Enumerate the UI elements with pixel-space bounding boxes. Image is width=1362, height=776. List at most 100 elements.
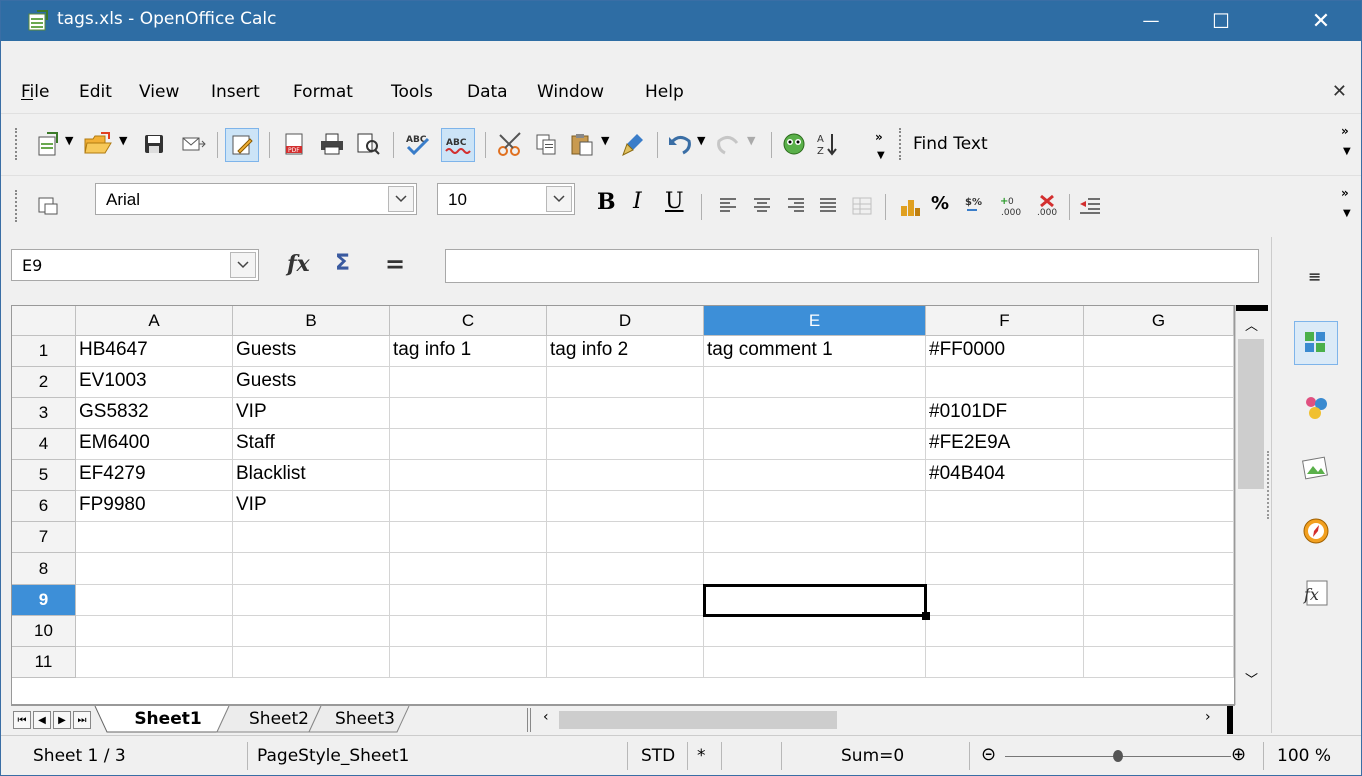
split-handle[interactable] xyxy=(1227,706,1233,734)
cell-F5[interactable]: #04B404 xyxy=(926,460,1084,491)
chevron-down-icon[interactable] xyxy=(546,186,572,212)
properties-icon[interactable] xyxy=(1294,321,1338,365)
copy-icon[interactable] xyxy=(531,129,561,159)
cell-B6[interactable]: VIP xyxy=(233,491,390,522)
navigator-compass-icon[interactable] xyxy=(1294,509,1338,553)
cell-C3[interactable] xyxy=(390,398,547,429)
cell-G7[interactable] xyxy=(1084,522,1234,553)
cell-G11[interactable] xyxy=(1084,647,1234,678)
toolbar-overflow-dropdown[interactable]: ▼ xyxy=(1343,208,1351,219)
cell-A9[interactable] xyxy=(76,585,233,616)
menu-help[interactable]: Help xyxy=(645,82,684,102)
scroll-left-icon[interactable]: ‹ xyxy=(543,709,549,725)
styles-icon[interactable] xyxy=(1294,385,1338,429)
row-header[interactable]: 9 xyxy=(12,585,76,616)
column-header[interactable]: B xyxy=(233,306,390,336)
cell-B5[interactable]: Blacklist xyxy=(233,460,390,491)
toolbar-grip[interactable] xyxy=(15,190,19,222)
standard-format-icon[interactable]: $% xyxy=(961,191,991,221)
cell-C9[interactable] xyxy=(390,585,547,616)
cell-C1[interactable]: tag info 1 xyxy=(390,336,547,367)
maximize-button[interactable]: ☐ xyxy=(1191,1,1251,41)
cell-C4[interactable] xyxy=(390,429,547,460)
font-name-combo[interactable]: Arial xyxy=(95,183,417,215)
cell-B1[interactable]: Guests xyxy=(233,336,390,367)
cell-G5[interactable] xyxy=(1084,460,1234,491)
menu-tools[interactable]: Tools xyxy=(391,82,433,102)
chevron-down-icon[interactable] xyxy=(388,186,414,212)
autospell-icon[interactable]: ABC xyxy=(441,128,475,162)
cell-B2[interactable]: Guests xyxy=(233,367,390,398)
redo-dropdown-arrow[interactable]: ▼ xyxy=(747,134,755,147)
cell-D8[interactable] xyxy=(547,553,704,585)
cell-F8[interactable] xyxy=(926,553,1084,585)
column-header[interactable]: C xyxy=(390,306,547,336)
find-text-label[interactable]: Find Text xyxy=(913,134,988,154)
percent-format-button[interactable]: % xyxy=(931,193,949,214)
open-folder-icon[interactable] xyxy=(83,129,113,159)
undo-dropdown-arrow[interactable]: ▼ xyxy=(697,134,705,147)
zoom-out-icon[interactable]: ⊝ xyxy=(981,744,996,765)
italic-button[interactable]: I xyxy=(633,189,642,214)
cell-E5[interactable] xyxy=(704,460,926,491)
menu-data[interactable]: Data xyxy=(467,82,508,102)
cell-F7[interactable] xyxy=(926,522,1084,553)
spellcheck-icon[interactable]: ABC xyxy=(403,129,433,159)
cell-F6[interactable] xyxy=(926,491,1084,522)
function-wizard-icon[interactable]: fx xyxy=(287,251,310,277)
new-doc-icon[interactable] xyxy=(33,129,63,159)
cell-F9[interactable] xyxy=(926,585,1084,616)
navigator-icon[interactable] xyxy=(779,129,809,159)
cell-G1[interactable] xyxy=(1084,336,1234,367)
cell-B7[interactable] xyxy=(233,522,390,553)
menu-insert[interactable]: Insert xyxy=(211,82,260,102)
zoom-in-icon[interactable]: ⊕ xyxy=(1231,744,1246,765)
cell-F10[interactable] xyxy=(926,616,1084,647)
cell-E7[interactable] xyxy=(704,522,926,553)
cell-A4[interactable]: EM6400 xyxy=(76,429,233,460)
cell-D4[interactable] xyxy=(547,429,704,460)
cell-C2[interactable] xyxy=(390,367,547,398)
scroll-down-icon[interactable]: ﹀ xyxy=(1245,669,1258,688)
cell-E3[interactable] xyxy=(704,398,926,429)
paste-icon[interactable] xyxy=(567,129,597,159)
redo-icon[interactable] xyxy=(713,129,743,159)
prev-sheet-icon[interactable]: ◀ xyxy=(33,711,51,729)
pdf-icon[interactable]: PDF xyxy=(279,129,309,159)
column-header[interactable]: F xyxy=(926,306,1084,336)
cell-G6[interactable] xyxy=(1084,491,1234,522)
sidebar-menu-icon[interactable]: ≡ xyxy=(1308,267,1321,286)
cell-C5[interactable] xyxy=(390,460,547,491)
open-dropdown-arrow[interactable]: ▼ xyxy=(119,134,127,147)
cell-B11[interactable] xyxy=(233,647,390,678)
cell-E8[interactable] xyxy=(704,553,926,585)
page-style[interactable]: PageStyle_Sheet1 xyxy=(257,746,409,766)
toolbar-overflow-icon[interactable]: » xyxy=(1341,186,1349,200)
cell-C6[interactable] xyxy=(390,491,547,522)
row-header[interactable]: 5 xyxy=(12,460,76,491)
merge-cells-icon[interactable] xyxy=(847,191,877,221)
menu-format[interactable]: Format xyxy=(293,82,353,102)
cell-A6[interactable]: FP9980 xyxy=(76,491,233,522)
styles-formatting-icon[interactable] xyxy=(33,191,63,221)
cell-A7[interactable] xyxy=(76,522,233,553)
close-button[interactable]: ✕ xyxy=(1291,1,1351,41)
menu-window[interactable]: Window xyxy=(537,82,604,102)
row-header[interactable]: 4 xyxy=(12,429,76,460)
next-sheet-icon[interactable]: ▶ xyxy=(53,711,71,729)
cell-D2[interactable] xyxy=(547,367,704,398)
name-box[interactable]: E9 xyxy=(11,249,259,281)
row-header[interactable]: 8 xyxy=(12,553,76,585)
undo-icon[interactable] xyxy=(665,129,695,159)
cell-E2[interactable] xyxy=(704,367,926,398)
menu-view[interactable]: View xyxy=(139,82,179,102)
row-header[interactable]: 1 xyxy=(12,336,76,367)
cell-D6[interactable] xyxy=(547,491,704,522)
toolbar-overflow-dropdown[interactable]: ▼ xyxy=(1343,146,1351,157)
cell-F4[interactable]: #FE2E9A xyxy=(926,429,1084,460)
cell-B3[interactable]: VIP xyxy=(233,398,390,429)
clone-format-icon[interactable] xyxy=(619,129,649,159)
cell-D7[interactable] xyxy=(547,522,704,553)
print-icon[interactable] xyxy=(317,129,347,159)
cell-C8[interactable] xyxy=(390,553,547,585)
